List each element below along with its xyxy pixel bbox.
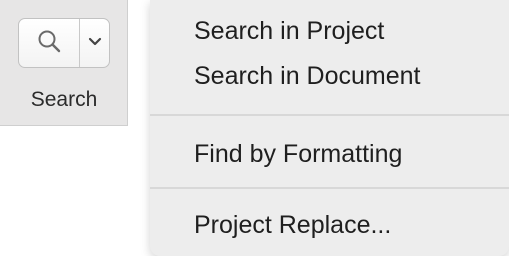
search-menu: Search in Project Search in Document Fin… — [150, 0, 509, 256]
menu-separator — [150, 114, 509, 116]
chevron-down-icon — [88, 34, 102, 52]
menu-item-search-in-project[interactable]: Search in Project — [194, 16, 384, 46]
search-segmented-control[interactable] — [18, 18, 110, 68]
search-label: Search — [30, 88, 98, 111]
menu-separator — [150, 187, 509, 189]
menu-item-search-in-document[interactable]: Search in Document — [194, 61, 421, 91]
magnifier-icon — [36, 28, 62, 59]
stage: Search Search in Project Search in Docum… — [0, 0, 509, 256]
menu-item-project-replace[interactable]: Project Replace... — [194, 210, 391, 240]
menu-item-find-by-formatting[interactable]: Find by Formatting — [194, 139, 402, 169]
toolbar-search-item: Search — [0, 0, 128, 126]
search-button[interactable] — [19, 19, 80, 67]
search-options-dropdown-button[interactable] — [80, 19, 109, 67]
